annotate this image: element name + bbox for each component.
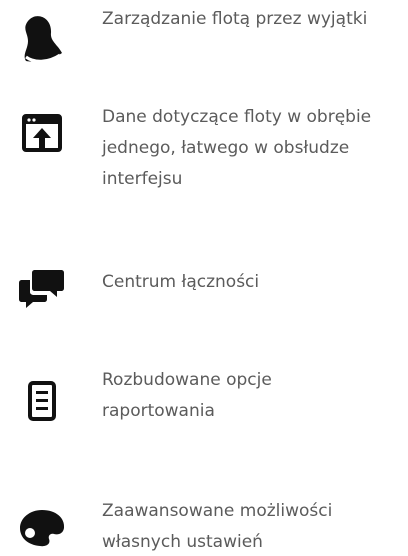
bell-icon [16,12,68,64]
feature-text: Dane dotyczące floty w obrębie jednego, … [102,107,372,189]
feature-text: Zarządzanie flotą przez wyjątki [102,9,368,29]
feature-text: Rozbudowane opcje raportowania [102,370,272,421]
palette-icon [16,502,68,554]
chat-bubbles-icon [16,261,68,313]
browser-upload-icon [16,108,68,160]
feature-text: Centrum łączności [102,272,260,292]
feature-text: Zaawansowane możliwości własnych ustawie… [102,501,333,552]
document-list-icon [16,375,68,427]
feature-list: Zarządzanie flotą przez wyjątki Dane dot… [0,0,408,556]
